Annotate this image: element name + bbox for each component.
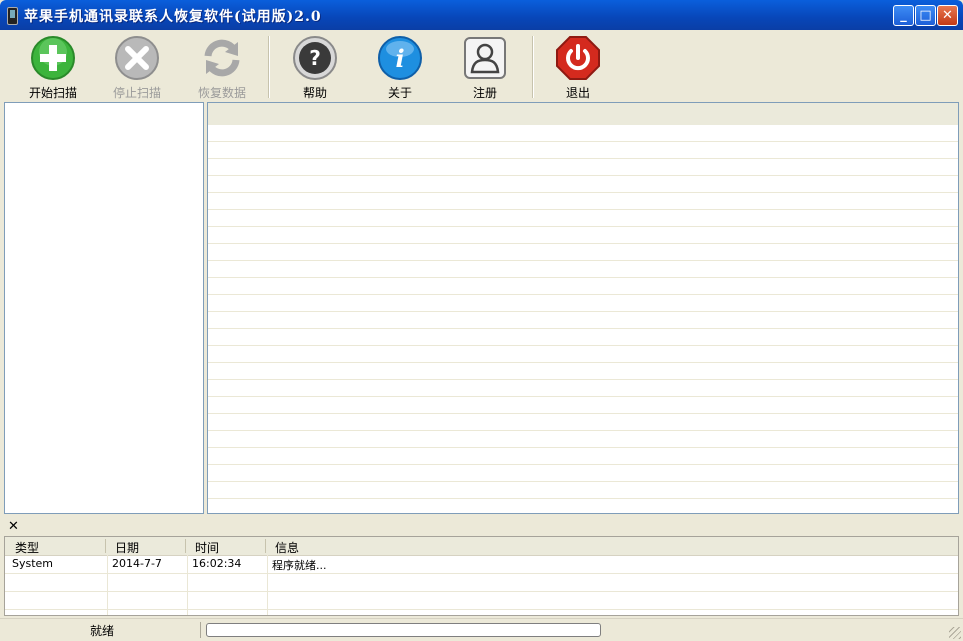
exit-button[interactable]: 退出 bbox=[543, 34, 613, 100]
help-button[interactable]: ? 帮助 bbox=[280, 34, 350, 100]
table-row[interactable] bbox=[5, 592, 958, 610]
stop-scan-button[interactable]: 停止扫描 bbox=[102, 34, 172, 100]
close-button[interactable]: ✕ bbox=[937, 5, 958, 26]
window-title: 苹果手机通讯录联系人恢复软件(试用版)2.0 bbox=[24, 9, 322, 25]
log-col-time[interactable]: 时间 bbox=[195, 539, 219, 556]
question-icon: ? bbox=[293, 36, 337, 80]
toolbar-separator bbox=[532, 36, 534, 98]
svg-text:i: i bbox=[395, 44, 404, 73]
contacts-list-pane[interactable] bbox=[207, 102, 959, 514]
info-icon: i bbox=[378, 36, 422, 80]
about-button[interactable]: i 关于 bbox=[365, 34, 435, 100]
resize-grip-icon[interactable] bbox=[949, 627, 961, 639]
log-cell-date: 2014-7-7 bbox=[112, 557, 162, 570]
title-bar[interactable]: 苹果手机通讯录联系人恢复软件(试用版)2.0 _ □ ✕ bbox=[0, 0, 963, 30]
start-scan-button[interactable]: 开始扫描 bbox=[18, 34, 88, 100]
log-col-message[interactable]: 信息 bbox=[275, 539, 299, 556]
svg-text:?: ? bbox=[309, 46, 321, 70]
status-divider bbox=[200, 622, 201, 638]
status-text: 就绪 bbox=[90, 624, 115, 638]
stop-scan-label: 停止扫描 bbox=[112, 86, 161, 100]
toolbar: 开始扫描 停止扫描 恢复数据 ? 帮助 i 关于 注册 退出 bbox=[0, 30, 963, 101]
device-tree-pane[interactable] bbox=[4, 102, 204, 514]
table-row[interactable] bbox=[5, 574, 958, 592]
column-grid-line bbox=[267, 555, 268, 615]
column-grid-line bbox=[187, 555, 188, 615]
contacts-list-header[interactable] bbox=[208, 103, 958, 126]
power-icon bbox=[556, 36, 600, 80]
status-bar: 就绪 bbox=[0, 618, 963, 641]
register-label: 注册 bbox=[472, 86, 497, 100]
register-button[interactable]: 注册 bbox=[450, 34, 520, 100]
column-divider bbox=[105, 539, 106, 553]
recover-data-label: 恢复数据 bbox=[197, 86, 246, 100]
column-divider bbox=[265, 539, 266, 553]
log-cell-type: System bbox=[12, 557, 54, 570]
log-panel: ✕ 类型 日期 时间 信息 System 2014-7-7 16:02:34 程… bbox=[4, 517, 959, 617]
exit-label: 退出 bbox=[565, 86, 590, 100]
contacts-list-body[interactable] bbox=[208, 125, 958, 513]
help-label: 帮助 bbox=[302, 86, 327, 100]
log-table[interactable]: 类型 日期 时间 信息 System 2014-7-7 16:02:34 程序就… bbox=[4, 536, 959, 616]
log-cell-time: 16:02:34 bbox=[192, 557, 242, 570]
log-close-icon[interactable]: ✕ bbox=[8, 519, 19, 534]
recover-data-button[interactable]: 恢复数据 bbox=[187, 34, 257, 100]
log-header: 类型 日期 时间 信息 bbox=[5, 537, 958, 556]
start-scan-label: 开始扫描 bbox=[28, 86, 77, 100]
log-cell-message: 程序就绪... bbox=[272, 559, 327, 572]
log-col-type[interactable]: 类型 bbox=[15, 539, 39, 556]
maximize-button[interactable]: □ bbox=[915, 5, 936, 26]
log-col-date[interactable]: 日期 bbox=[115, 539, 139, 556]
table-row[interactable]: System 2014-7-7 16:02:34 程序就绪... bbox=[5, 556, 958, 574]
toolbar-separator bbox=[268, 36, 270, 98]
user-icon bbox=[464, 37, 506, 79]
refresh-icon bbox=[204, 39, 240, 77]
column-divider bbox=[185, 539, 186, 553]
app-icon bbox=[7, 7, 18, 25]
about-label: 关于 bbox=[387, 86, 412, 100]
plus-icon bbox=[31, 36, 75, 80]
stop-x-icon bbox=[115, 36, 159, 80]
progress-bar bbox=[206, 623, 601, 637]
column-grid-line bbox=[107, 555, 108, 615]
minimize-button[interactable]: _ bbox=[893, 5, 914, 26]
